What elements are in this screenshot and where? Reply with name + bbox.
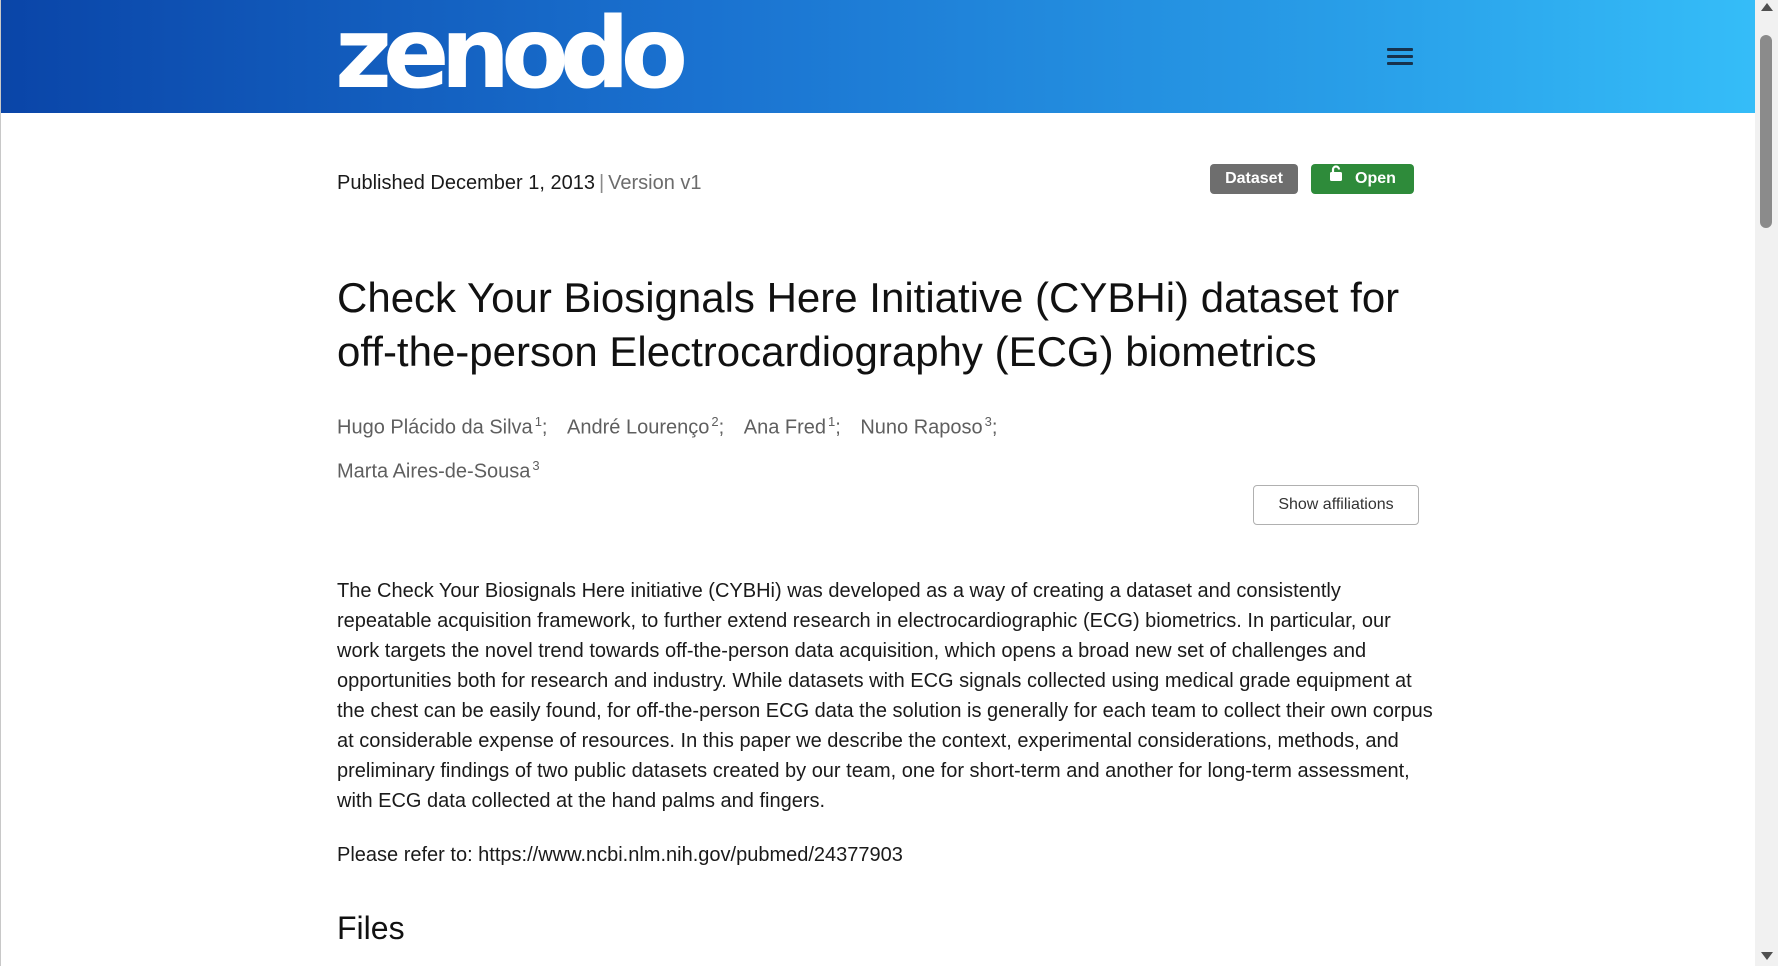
zenodo-logo[interactable]: zenodo — [335, 0, 688, 111]
access-label: Open — [1355, 170, 1396, 188]
author-name[interactable]: Nuno Raposo — [860, 417, 982, 439]
lock-open-icon — [1329, 162, 1343, 192]
published-date: Published December 1, 2013 — [337, 172, 595, 194]
author-affiliation-number: 3 — [532, 457, 540, 473]
vertical-scrollbar[interactable] — [1755, 0, 1778, 966]
scrollbar-thumb[interactable] — [1760, 35, 1772, 228]
scroll-up-arrow-icon[interactable] — [1761, 3, 1773, 11]
scroll-down-arrow-icon[interactable] — [1761, 952, 1773, 960]
author-item[interactable]: Ana Fred 1; — [744, 403, 841, 447]
author-item[interactable]: Nuno Raposo 3; — [860, 403, 997, 447]
hamburger-menu-icon[interactable] — [1383, 42, 1417, 72]
record-description: The Check Your Biosignals Here initiativ… — [337, 580, 1433, 812]
version-separator: | — [598, 172, 605, 194]
resource-type-badge: Dataset — [1210, 164, 1298, 194]
version-label: Version v1 — [608, 172, 702, 194]
author-separator: ; — [991, 416, 998, 439]
author-item[interactable]: Hugo Plácido da Silva 1; — [337, 403, 547, 447]
author-name[interactable]: André Lourenço — [567, 417, 709, 439]
author-separator: ; — [541, 416, 548, 439]
author-name[interactable]: Hugo Plácido da Silva — [337, 417, 533, 439]
author-separator: ; — [835, 416, 841, 439]
browser-viewport: zenodo Published December 1, 2013 | Versio… — [0, 0, 1755, 966]
author-affiliation-number: 2 — [711, 414, 719, 429]
reference-link-text: Please refer to: https://www.ncbi.nlm.ni… — [337, 844, 903, 866]
author-affiliation-number: 3 — [984, 414, 992, 429]
access-status-badge: Open — [1311, 164, 1414, 194]
show-affiliations-button[interactable]: Show affiliations — [1253, 485, 1419, 525]
author-item[interactable]: André Lourenço 2; — [567, 403, 724, 447]
publication-line: Published December 1, 2013 | Version v1 — [337, 168, 702, 198]
logo-text: zenodo — [335, 0, 688, 111]
creators-list: Hugo Plácido da Silva 1; André Lourenço 2;… — [337, 403, 1421, 490]
files-heading: Files — [337, 910, 405, 946]
record-title: Check Your Biosignals Here Initiative (C… — [337, 274, 1400, 375]
author-affiliation-number: 1 — [534, 414, 542, 429]
author-item[interactable]: Marta Aires-de-Sousa 3 — [337, 447, 540, 491]
author-separator: ; — [718, 416, 725, 439]
author-name[interactable]: Marta Aires-de-Sousa — [337, 460, 530, 482]
author-name[interactable]: Ana Fred — [744, 417, 826, 439]
site-header: zenodo — [1, 0, 1755, 113]
